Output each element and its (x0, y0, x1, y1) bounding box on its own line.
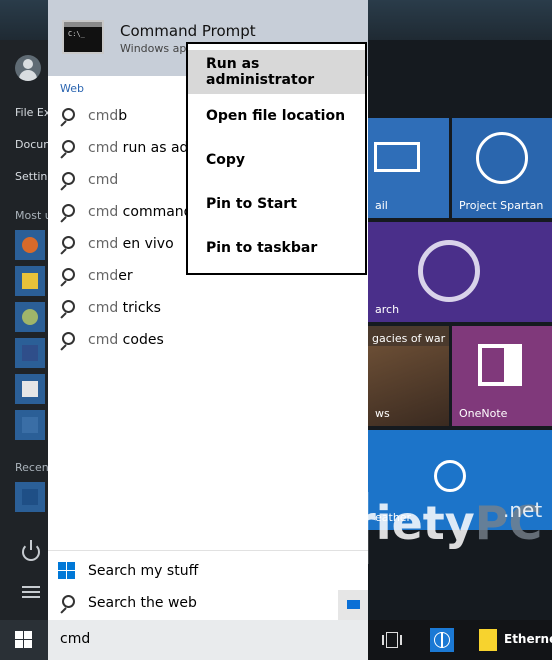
search-icon (58, 235, 76, 253)
task-view-icon[interactable] (382, 632, 402, 648)
tile-search[interactable]: arch (368, 222, 552, 322)
search-my-stuff-button[interactable]: Search my stuff (58, 557, 318, 585)
tile-project-spartan[interactable]: Project Spartan (452, 118, 552, 218)
search-icon (58, 594, 76, 612)
app-icon-2[interactable] (15, 266, 45, 296)
app-icon-4[interactable] (15, 338, 45, 368)
result-query: cmd (88, 236, 119, 252)
result-text: cmd codes (88, 332, 164, 348)
menu-pin-to-taskbar[interactable]: Pin to taskbar (188, 226, 365, 270)
menu-run-as-administrator[interactable]: Run as administrator (188, 50, 365, 94)
start-button[interactable] (0, 620, 48, 660)
windows-logo-icon (15, 631, 33, 649)
tile-onenote-label: OneNote (459, 407, 508, 420)
app-icon-3[interactable] (15, 302, 45, 332)
network-status-label[interactable]: Ethernet (504, 632, 552, 646)
menu-copy[interactable]: Copy (188, 138, 365, 182)
result-text: cmd command (88, 204, 193, 220)
best-match-subtitle: Windows app (120, 42, 194, 55)
search-icon (58, 171, 76, 189)
tile-news-label: ws (375, 407, 390, 420)
sun-icon (434, 460, 466, 492)
browser-globe-icon[interactable] (430, 628, 454, 652)
search-the-web-button[interactable]: Search the web (58, 589, 318, 617)
result-query: cmd (88, 300, 119, 316)
command-prompt-icon-text: C:\_ (68, 30, 85, 38)
result-text: cmd en vivo (88, 236, 174, 252)
search-icon (58, 139, 76, 157)
menu-pin-to-start[interactable]: Pin to Start (188, 182, 365, 226)
result-text: cmd (88, 172, 118, 188)
cortana-circle-icon (418, 240, 480, 302)
tile-search-label: arch (375, 303, 400, 316)
result-text: cmdb (88, 108, 127, 124)
result-query: cmd (88, 332, 119, 348)
most-used-heading: Most u (15, 209, 48, 222)
recent-heading: Recent (15, 461, 48, 474)
search-my-stuff-label: Search my stuff (88, 563, 199, 579)
news-headline: gacies of war (372, 332, 446, 345)
result-suggestion: run as adr (118, 140, 195, 156)
search-icon (58, 267, 76, 285)
result-query: cmd (88, 204, 119, 220)
result-query: cmd (88, 108, 119, 124)
taskbar-search-box[interactable]: cmd (48, 620, 368, 660)
footer-divider (48, 550, 368, 551)
tile-onenote[interactable]: OneNote (452, 326, 552, 426)
app-icon-5[interactable] (15, 374, 45, 404)
result-text: cmd tricks (88, 300, 161, 316)
all-apps-icon[interactable] (22, 586, 40, 600)
best-match-title: Command Prompt (120, 22, 256, 40)
result-suggestion: en vivo (118, 236, 174, 252)
feedback-icon[interactable] (338, 590, 368, 620)
envelope-icon (374, 142, 420, 172)
power-icon[interactable] (22, 540, 40, 561)
result-suggestion: command (118, 204, 193, 220)
search-the-web-label: Search the web (88, 595, 197, 611)
search-icon (58, 299, 76, 317)
menu-open-file-location[interactable]: Open file location (188, 94, 365, 138)
search-query-text: cmd (60, 631, 91, 647)
web-result[interactable]: cmd tricks (58, 292, 358, 324)
tile-spartan-label: Project Spartan (459, 199, 544, 212)
search-icon (58, 331, 76, 349)
result-suggestion: er (118, 268, 133, 284)
watermark-tld: .net (503, 498, 543, 522)
app-icon-1[interactable] (15, 230, 45, 260)
start-left-column: File Ex Docun Settin Most u Recent (0, 40, 48, 620)
search-icon (58, 107, 76, 125)
place-documents[interactable]: Docun (15, 138, 48, 151)
search-icon (58, 203, 76, 221)
app-icon-recent[interactable] (15, 482, 45, 512)
tile-mail[interactable]: ail (368, 118, 449, 218)
tile-mail-label: ail (375, 199, 388, 212)
tile-news[interactable]: gacies of war ws (368, 326, 449, 426)
result-suggestion: b (118, 108, 128, 124)
result-query: cmd (88, 172, 119, 188)
sticky-notes-icon[interactable] (479, 629, 497, 651)
windows-logo-icon (58, 562, 76, 580)
command-prompt-icon: C:\_ (62, 20, 104, 54)
result-suggestion: codes (118, 332, 164, 348)
result-text: cmder (88, 268, 133, 284)
place-settings[interactable]: Settin (15, 170, 48, 183)
web-result[interactable]: cmd codes (58, 324, 358, 356)
section-web-heading: Web (60, 82, 84, 95)
user-avatar[interactable] (15, 55, 41, 81)
place-file-explorer[interactable]: File Ex (15, 106, 48, 119)
onenote-n-icon (482, 348, 504, 382)
app-icon-6[interactable] (15, 410, 45, 440)
globe-icon (476, 132, 528, 184)
result-text: cmd run as adr (88, 140, 194, 156)
taskbar: cmd Ethernet (0, 620, 552, 660)
result-suggestion: tricks (118, 300, 161, 316)
result-query: cmd (88, 268, 119, 284)
context-menu: Run as administrator Open file location … (186, 42, 367, 275)
result-query: cmd (88, 140, 119, 156)
